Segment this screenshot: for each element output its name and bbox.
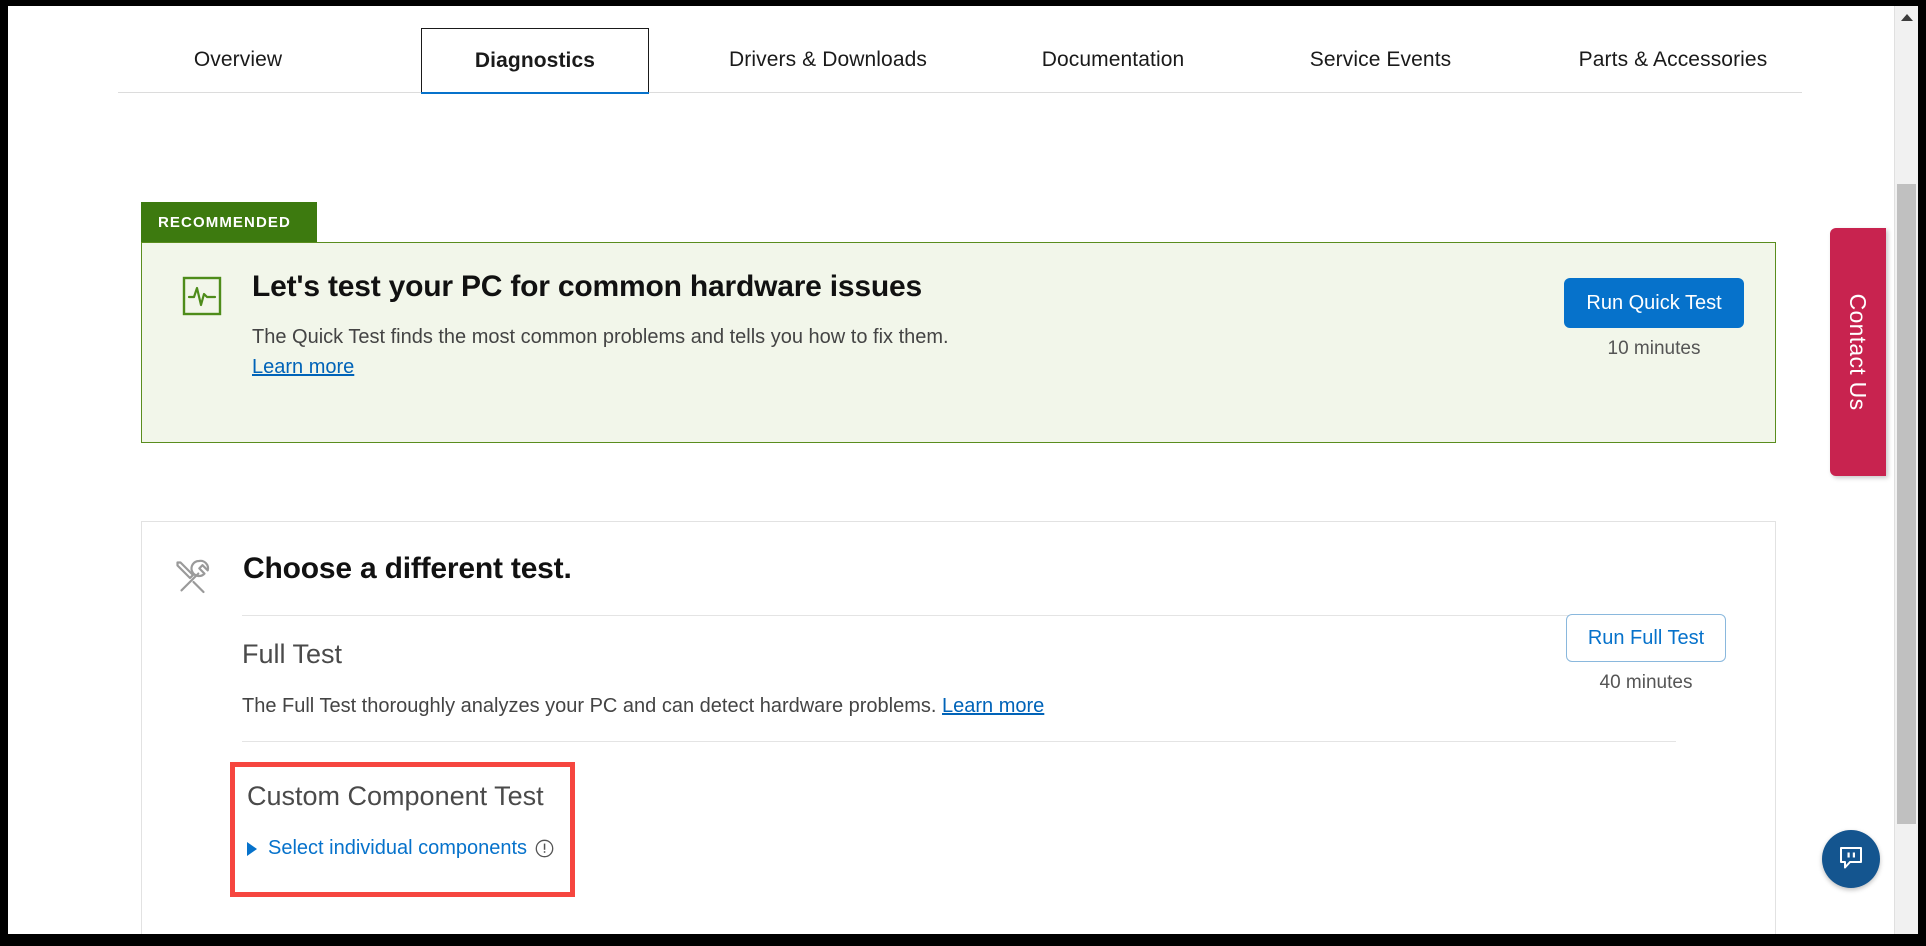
full-test-learn-more-link[interactable]: Learn more bbox=[942, 695, 1044, 717]
info-circle-icon[interactable] bbox=[535, 839, 554, 858]
tab-parts-accessories-label: Parts & Accessories bbox=[1579, 48, 1768, 72]
tab-diagnostics[interactable]: Diagnostics bbox=[421, 28, 649, 92]
chat-bubble-icon bbox=[1836, 842, 1866, 877]
divider-top bbox=[242, 615, 1676, 616]
wrench-screwdriver-icon bbox=[169, 554, 213, 598]
select-individual-components-label: Select individual components bbox=[268, 837, 527, 860]
full-test-name: Full Test bbox=[242, 639, 342, 670]
caret-right-icon bbox=[247, 842, 257, 856]
tab-documentation-label: Documentation bbox=[1042, 48, 1185, 72]
tab-documentation[interactable]: Documentation bbox=[1008, 26, 1218, 94]
tab-drivers-downloads[interactable]: Drivers & Downloads bbox=[708, 26, 948, 94]
select-individual-components-link[interactable]: Select individual components bbox=[247, 837, 554, 860]
quick-test-description: The Quick Test finds the most common pro… bbox=[252, 326, 949, 349]
scroll-up-arrow-icon[interactable] bbox=[1895, 6, 1918, 28]
quick-test-title: Let's test your PC for common hardware i… bbox=[252, 270, 922, 304]
page-scrollbar[interactable] bbox=[1894, 6, 1918, 934]
scrollbar-thumb[interactable] bbox=[1897, 184, 1916, 824]
run-quick-test-button[interactable]: Run Quick Test bbox=[1564, 278, 1744, 328]
full-test-duration: 40 minutes bbox=[1566, 672, 1726, 694]
tab-drivers-downloads-label: Drivers & Downloads bbox=[729, 48, 927, 72]
screenshot-frame: Overview Diagnostics Drivers & Downloads… bbox=[0, 0, 1926, 946]
divider-bottom bbox=[242, 741, 1676, 742]
contact-us-label: Contact Us bbox=[1830, 228, 1886, 476]
custom-component-test-highlight: Custom Component Test Select individual … bbox=[230, 762, 575, 897]
choose-different-test-title: Choose a different test. bbox=[243, 552, 572, 586]
full-test-description: The Full Test thoroughly analyzes your P… bbox=[242, 695, 1044, 718]
full-test-description-text: The Full Test thoroughly analyzes your P… bbox=[242, 695, 936, 717]
quick-test-learn-more-link[interactable]: Learn more bbox=[252, 356, 354, 379]
tab-diagnostics-label: Diagnostics bbox=[475, 49, 595, 73]
tab-overview-label: Overview bbox=[194, 48, 282, 72]
tab-parts-accessories[interactable]: Parts & Accessories bbox=[1548, 26, 1798, 94]
run-full-test-button[interactable]: Run Full Test bbox=[1566, 614, 1726, 662]
recommended-badge: RECOMMENDED bbox=[141, 202, 317, 242]
pulse-monitor-icon bbox=[182, 276, 222, 316]
recommended-badge-label: RECOMMENDED bbox=[158, 214, 291, 231]
quick-test-duration: 10 minutes bbox=[1564, 338, 1744, 360]
chat-bubble-button[interactable] bbox=[1822, 830, 1880, 888]
tab-service-events[interactable]: Service Events bbox=[1288, 26, 1473, 94]
choose-different-test-card: Choose a different test. Full Test The F… bbox=[141, 521, 1776, 934]
contact-us-tab[interactable]: Contact Us bbox=[1830, 228, 1886, 476]
product-support-tabbar: Overview Diagnostics Drivers & Downloads… bbox=[8, 6, 1894, 94]
tab-service-events-label: Service Events bbox=[1310, 48, 1451, 72]
diagnostics-panel: RECOMMENDED Let's test your PC for commo… bbox=[8, 94, 1894, 934]
browser-viewport: Overview Diagnostics Drivers & Downloads… bbox=[8, 6, 1918, 934]
quick-test-card: Let's test your PC for common hardware i… bbox=[141, 242, 1776, 443]
tab-overview[interactable]: Overview bbox=[148, 26, 328, 94]
custom-component-test-name: Custom Component Test bbox=[247, 781, 544, 812]
